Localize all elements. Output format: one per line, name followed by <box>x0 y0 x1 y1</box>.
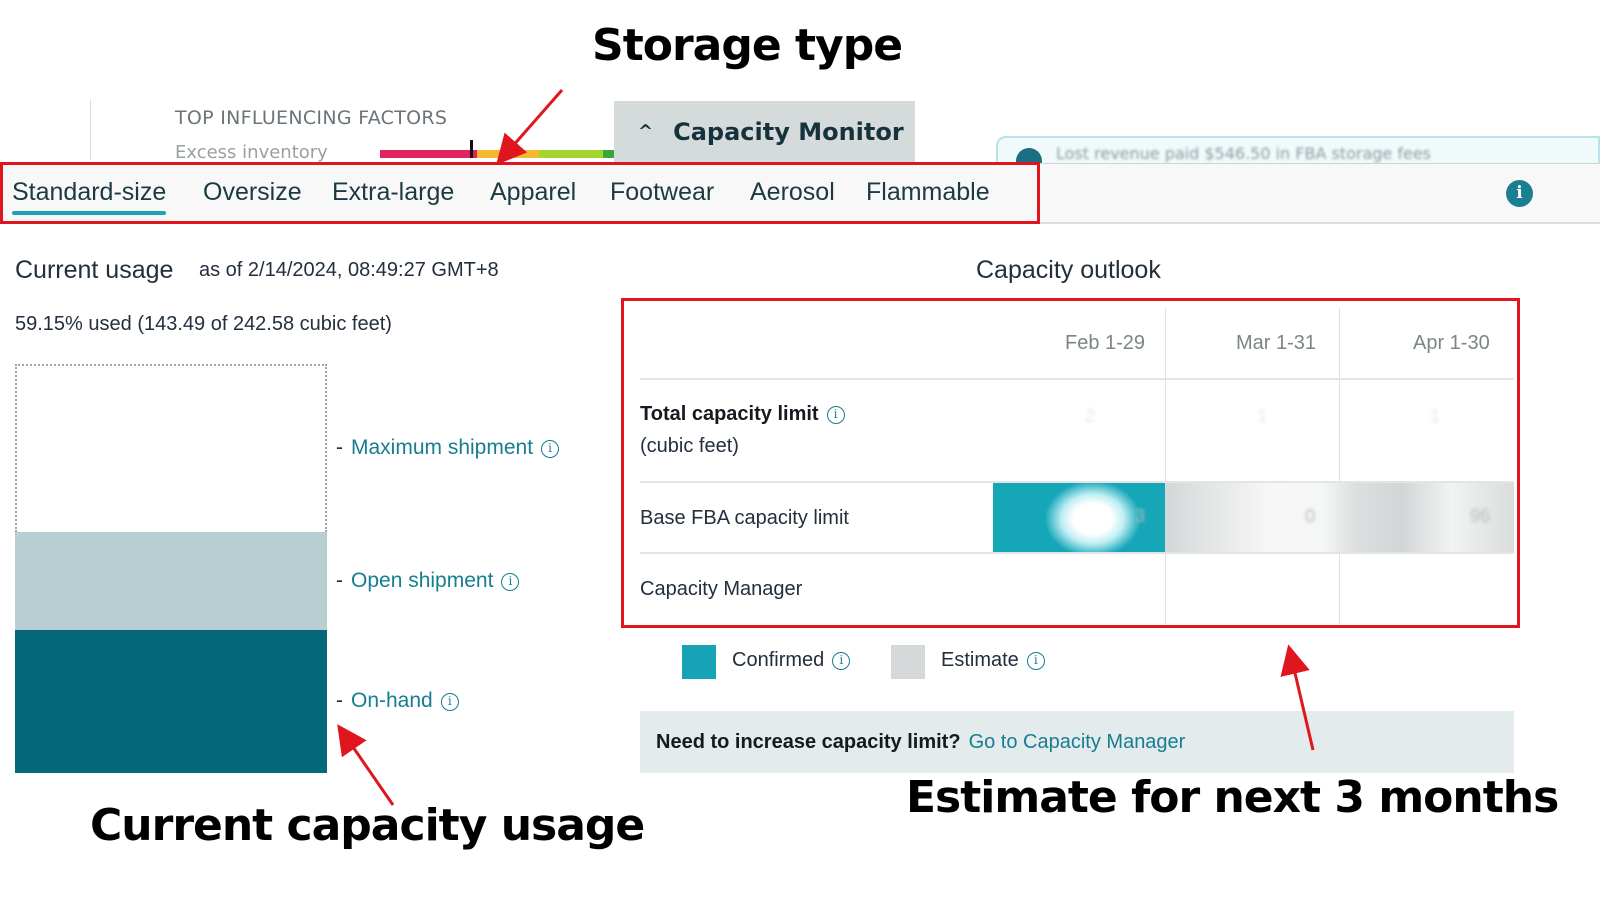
base-value-mar: 0 <box>1305 506 1316 526</box>
storage-type-tabs: Standard-size Oversize Extra-large Appar… <box>0 163 1600 224</box>
row-divider <box>640 552 1514 554</box>
top-influencing-factors-heading: TOP INFLUENCING FACTORS <box>175 107 448 129</box>
tab-apparel[interactable]: Apparel <box>490 178 576 207</box>
capacity-monitor-toggle[interactable]: ^ Capacity Monitor <box>614 101 915 162</box>
base-value-feb: 3 <box>1135 506 1146 526</box>
capacity-manager-row-label: Capacity Manager <box>640 578 803 600</box>
usage-summary: 59.15% used (143.49 of 242.58 cubic feet… <box>15 313 392 335</box>
legend-dash: - <box>336 689 343 712</box>
info-circle-icon[interactable]: i <box>541 440 560 458</box>
column-header-mar: Mar 1-31 <box>1236 332 1317 354</box>
open-shipment-text: Open shipment <box>351 569 494 592</box>
annotation-estimate: Estimate for next 3 months <box>906 772 1559 823</box>
base-value-apr: 96 <box>1470 506 1491 526</box>
base-fba-capacity-label: Base FBA capacity limit <box>640 507 849 529</box>
legend-dash: - <box>336 436 343 459</box>
info-circle-icon[interactable]: i <box>1026 652 1045 670</box>
current-usage-title: Current usage <box>15 256 174 284</box>
open-shipment-segment <box>15 532 327 630</box>
gauge-segment-green <box>603 150 614 158</box>
gauge-segment-yellow <box>477 150 539 158</box>
tab-aerosol[interactable]: Aerosol <box>750 178 835 207</box>
info-icon[interactable]: i <box>1506 180 1533 207</box>
total-value-feb: 2 <box>1085 406 1096 426</box>
increase-capacity-question: Need to increase capacity limit? <box>656 730 961 753</box>
column-divider <box>1339 308 1340 624</box>
arrow-to-usage-bar <box>337 724 395 806</box>
influencing-factor-gauge <box>380 150 614 158</box>
background-divider <box>90 100 91 160</box>
column-header-feb: Feb 1-29 <box>1065 332 1146 354</box>
arrow-to-tabs <box>496 89 564 166</box>
annotation-storage-type: Storage type <box>592 20 903 71</box>
on-hand-segment <box>15 630 327 773</box>
annotation-current-capacity: Current capacity usage <box>90 800 645 851</box>
go-to-capacity-manager-link[interactable]: Go to Capacity Manager <box>969 731 1186 754</box>
total-value-mar: 1 <box>1257 406 1268 426</box>
maximum-shipment-label[interactable]: - Maximum shipment i <box>336 436 560 460</box>
capacity-monitor-title: Capacity Monitor <box>673 117 904 146</box>
alert-banner: Lost revenue paid $546.50 in FBA storage… <box>996 136 1600 166</box>
chevron-up-icon: ^ <box>638 121 654 142</box>
current-usage-timestamp: as of 2/14/2024, 08:49:27 GMT+8 <box>199 259 499 281</box>
maximum-shipment-segment <box>15 364 327 532</box>
total-capacity-limit-label: Total capacity limit i <box>640 403 845 426</box>
confirmed-legend: Confirmed i <box>732 649 851 672</box>
info-circle-icon[interactable]: i <box>501 573 520 591</box>
capacity-outlook-title: Capacity outlook <box>976 256 1161 284</box>
legend-dash: - <box>336 569 343 592</box>
gauge-segment-red <box>380 150 477 158</box>
total-capacity-limit-text: Total capacity limit <box>640 403 819 425</box>
usage-stacked-bar <box>15 364 327 773</box>
open-shipment-label[interactable]: - Open shipment i <box>336 569 520 593</box>
column-divider <box>1165 308 1166 624</box>
info-circle-icon[interactable]: i <box>832 652 851 670</box>
confirmed-text: Confirmed <box>732 649 825 671</box>
tab-footwear[interactable]: Footwear <box>610 178 714 207</box>
tab-standard-size[interactable]: Standard-size <box>12 178 167 215</box>
confirmed-swatch <box>682 645 716 679</box>
row-divider <box>640 378 1514 380</box>
capacity-outlook-table: Feb 1-29 Mar 1-31 Apr 1-30 Total capacit… <box>640 308 1514 624</box>
gauge-marker <box>470 140 473 158</box>
capacity-manager-banner: Need to increase capacity limit? Go to C… <box>640 711 1514 773</box>
column-header-apr: Apr 1-30 <box>1413 332 1490 354</box>
total-capacity-unit: (cubic feet) <box>640 435 739 457</box>
base-capacity-estimate-cell: 0 96 <box>1165 483 1514 552</box>
estimate-swatch <box>891 645 925 679</box>
alert-text: Lost revenue paid $546.50 in FBA storage… <box>1056 144 1432 163</box>
total-value-apr: 1 <box>1430 406 1441 426</box>
base-capacity-confirmed-cell: 3 <box>993 483 1165 552</box>
info-circle-icon[interactable]: i <box>440 693 459 711</box>
maximum-shipment-text: Maximum shipment <box>351 436 534 459</box>
on-hand-label[interactable]: - On-hand i <box>336 689 459 713</box>
info-circle-icon[interactable]: i <box>826 406 845 424</box>
estimate-text: Estimate <box>941 649 1019 671</box>
on-hand-text: On-hand <box>351 689 433 712</box>
excess-inventory-label: Excess inventory <box>175 142 328 162</box>
tab-flammable[interactable]: Flammable <box>866 178 990 207</box>
gauge-segment-lightgreen <box>539 150 603 158</box>
tab-oversize[interactable]: Oversize <box>203 178 302 207</box>
tab-extra-large[interactable]: Extra-large <box>332 178 454 207</box>
estimate-legend: Estimate i <box>941 649 1045 672</box>
